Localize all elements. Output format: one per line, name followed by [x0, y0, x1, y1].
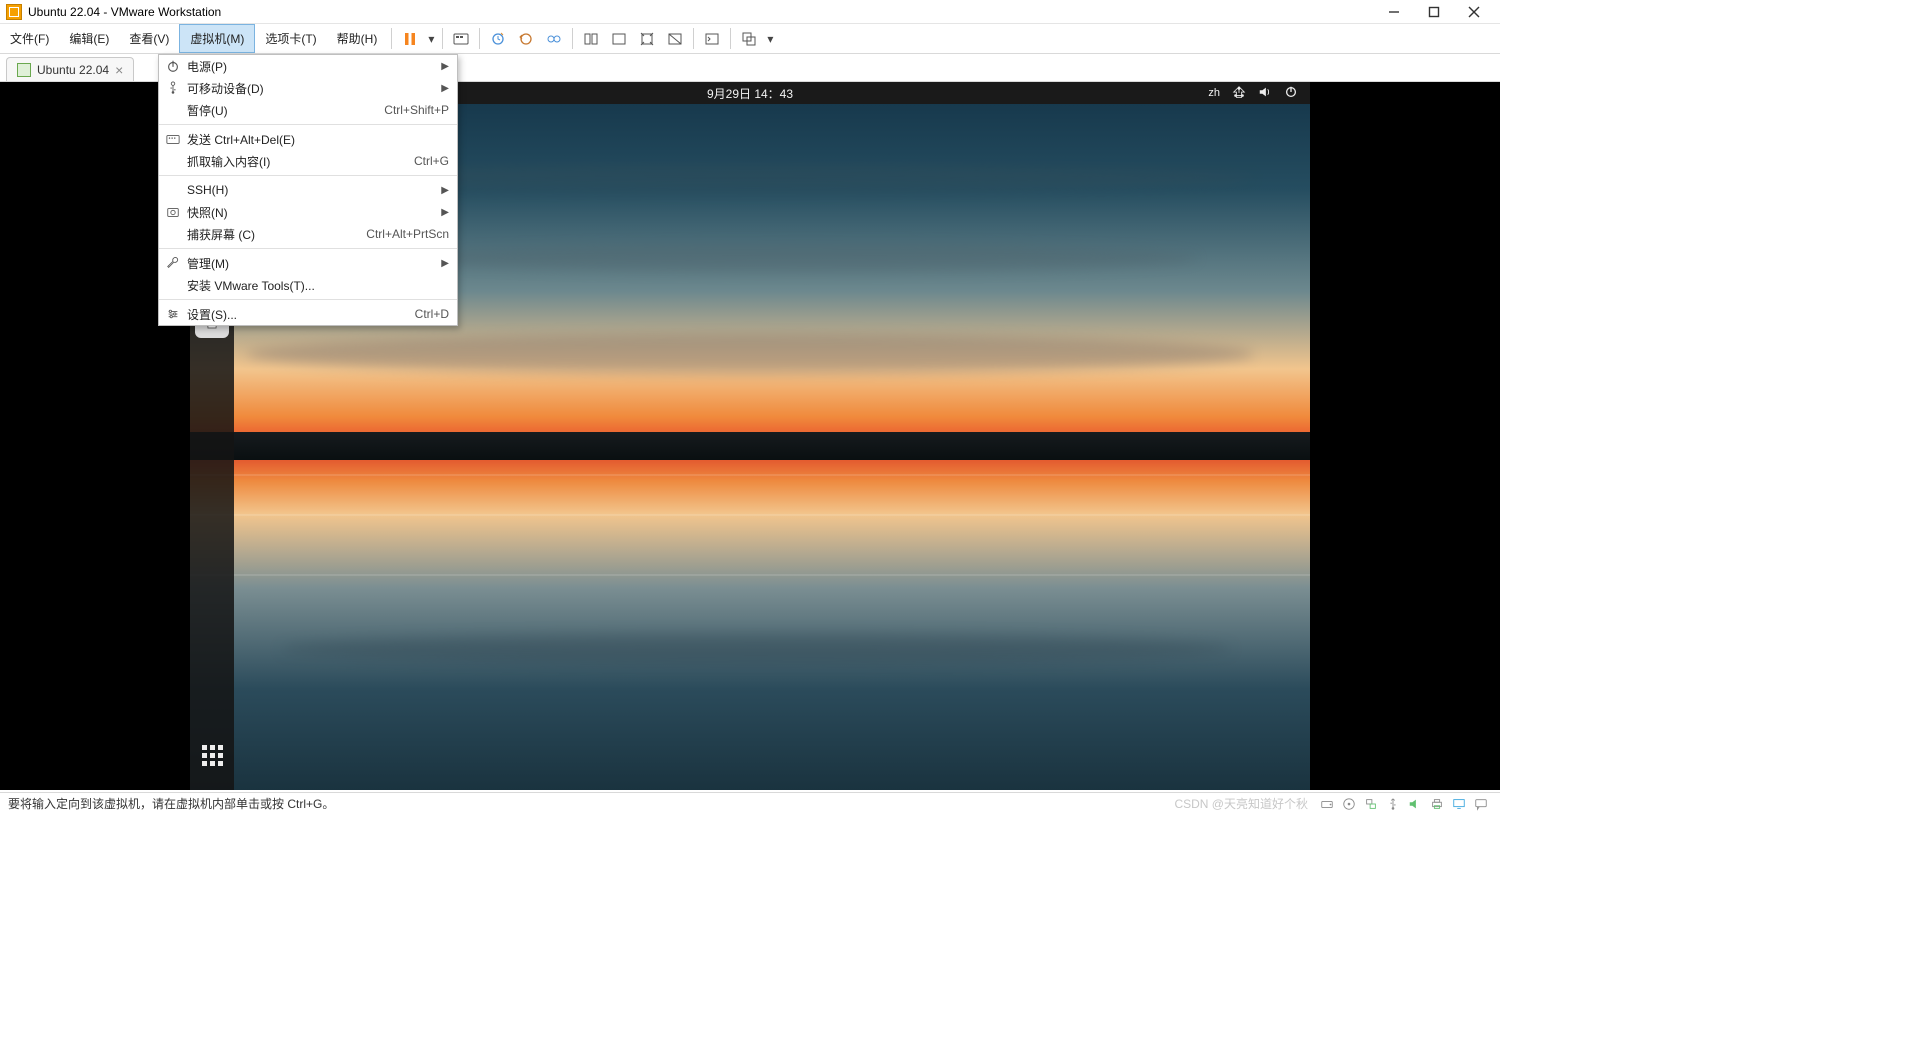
status-cd-icon[interactable] [1340, 796, 1358, 812]
menu-item-label: SSH(H) [183, 183, 441, 197]
view-cycle-button[interactable] [735, 24, 763, 53]
menu-item-label: 暂停(U) [183, 102, 384, 119]
menu-help[interactable]: 帮助(H) [327, 24, 388, 53]
power-pause-button[interactable] [396, 24, 424, 53]
statusbar-text: 要将输入定向到该虚拟机，请在虚拟机内部单击或按 Ctrl+G。 [8, 795, 334, 812]
menu-item-label: 发送 Ctrl+Alt+Del(E) [183, 131, 449, 148]
view-console-button[interactable] [605, 24, 633, 53]
ubuntu-input-lang[interactable]: zh [1208, 87, 1220, 99]
titlebar: Ubuntu 22.04 - VMware Workstation [0, 0, 1500, 24]
status-message-icon[interactable] [1472, 796, 1490, 812]
status-net-icon[interactable] [1362, 796, 1380, 812]
menu-item-label: 安装 VMware Tools(T)... [183, 277, 449, 294]
usb-icon [163, 81, 183, 95]
minimize-button[interactable] [1374, 1, 1414, 23]
vm-menu-item[interactable]: 快照(N)▶ [159, 201, 457, 223]
menu-item-label: 可移动设备(D) [183, 80, 441, 97]
status-printer-icon[interactable] [1428, 796, 1446, 812]
network-icon[interactable] [1232, 85, 1246, 102]
ubuntu-clock[interactable]: 9月29日 14：43 [707, 85, 793, 102]
app-icon [6, 4, 22, 20]
menu-file[interactable]: 文件(F) [0, 24, 59, 53]
status-sound-icon[interactable] [1406, 796, 1424, 812]
power-icon[interactable] [1284, 85, 1298, 102]
volume-icon[interactable] [1258, 85, 1272, 102]
power-dropdown-button[interactable]: ▾ [424, 24, 438, 53]
power-icon [163, 59, 183, 73]
wrench-icon [163, 256, 183, 270]
view-cycle-dropdown[interactable]: ▾ [763, 24, 777, 53]
settings-icon [163, 307, 183, 321]
menu-item-shortcut: Ctrl+Alt+PrtScn [366, 227, 449, 241]
vm-menu-item[interactable]: 设置(S)...Ctrl+D [159, 303, 457, 325]
view-unity-button[interactable] [661, 24, 689, 53]
submenu-arrow-icon: ▶ [441, 207, 449, 218]
watermark-text: CSDN @天亮知道好个秋 [1174, 795, 1308, 812]
send-cad-button[interactable] [447, 24, 475, 53]
vm-menu-item[interactable]: 捕获屏幕 (C)Ctrl+Alt+PrtScn [159, 223, 457, 245]
send-keys-icon [163, 132, 183, 146]
vm-menu-item[interactable]: 暂停(U)Ctrl+Shift+P [159, 99, 457, 121]
vm-menu-item[interactable]: SSH(H)▶ [159, 179, 457, 201]
maximize-button[interactable] [1414, 1, 1454, 23]
vm-menu-item[interactable]: 抓取输入内容(I)Ctrl+G [159, 150, 457, 172]
menu-edit[interactable]: 编辑(E) [59, 24, 119, 53]
statusbar: 要将输入定向到该虚拟机，请在虚拟机内部单击或按 Ctrl+G。 CSDN @天亮… [0, 792, 1500, 814]
menu-item-label: 捕获屏幕 (C) [183, 226, 366, 243]
view-fullscreen-button[interactable] [633, 24, 661, 53]
menu-tabs[interactable]: 选项卡(T) [255, 24, 326, 53]
status-display-icon[interactable] [1450, 796, 1468, 812]
dock-show-apps[interactable] [195, 738, 229, 772]
window-title: Ubuntu 22.04 - VMware Workstation [28, 5, 221, 19]
vm-menu-item[interactable]: 管理(M)▶ [159, 252, 457, 274]
vm-tab[interactable]: Ubuntu 22.04 × [6, 57, 134, 81]
vm-menu-item[interactable]: 可移动设备(D)▶ [159, 77, 457, 99]
menu-item-shortcut: Ctrl+D [415, 307, 449, 321]
vm-menu-item[interactable]: 发送 Ctrl+Alt+Del(E) [159, 128, 457, 150]
menu-view[interactable]: 查看(V) [119, 24, 179, 53]
menu-item-label: 设置(S)... [183, 306, 415, 323]
vm-menu-dropdown: 电源(P)▶可移动设备(D)▶暂停(U)Ctrl+Shift+P发送 Ctrl+… [158, 54, 458, 326]
submenu-arrow-icon: ▶ [441, 258, 449, 269]
status-usb-icon[interactable] [1384, 796, 1402, 812]
snapshot-manager-button[interactable] [540, 24, 568, 53]
snapshot-take-button[interactable] [484, 24, 512, 53]
snapshot-icon [163, 205, 183, 219]
menu-item-label: 快照(N) [183, 204, 441, 221]
vm-menu-item[interactable]: 安装 VMware Tools(T)... [159, 274, 457, 296]
close-button[interactable] [1454, 1, 1494, 23]
vm-tab-icon [17, 63, 31, 77]
menubar: 文件(F) 编辑(E) 查看(V) 虚拟机(M) 选项卡(T) 帮助(H) ▾ … [0, 24, 1500, 54]
submenu-arrow-icon: ▶ [441, 185, 449, 196]
menu-vm[interactable]: 虚拟机(M) [179, 24, 255, 53]
vm-tab-close[interactable]: × [115, 63, 123, 77]
menu-item-shortcut: Ctrl+Shift+P [384, 103, 449, 117]
vm-tab-label: Ubuntu 22.04 [37, 63, 109, 77]
view-stretch-button[interactable] [698, 24, 726, 53]
status-hdd-icon[interactable] [1318, 796, 1336, 812]
menu-item-shortcut: Ctrl+G [414, 154, 449, 168]
menu-item-label: 管理(M) [183, 255, 441, 272]
view-single-button[interactable] [577, 24, 605, 53]
vm-menu-item[interactable]: 电源(P)▶ [159, 55, 457, 77]
snapshot-revert-button[interactable] [512, 24, 540, 53]
submenu-arrow-icon: ▶ [441, 83, 449, 94]
submenu-arrow-icon: ▶ [441, 61, 449, 72]
menu-item-label: 抓取输入内容(I) [183, 153, 414, 170]
menu-item-label: 电源(P) [183, 58, 441, 75]
